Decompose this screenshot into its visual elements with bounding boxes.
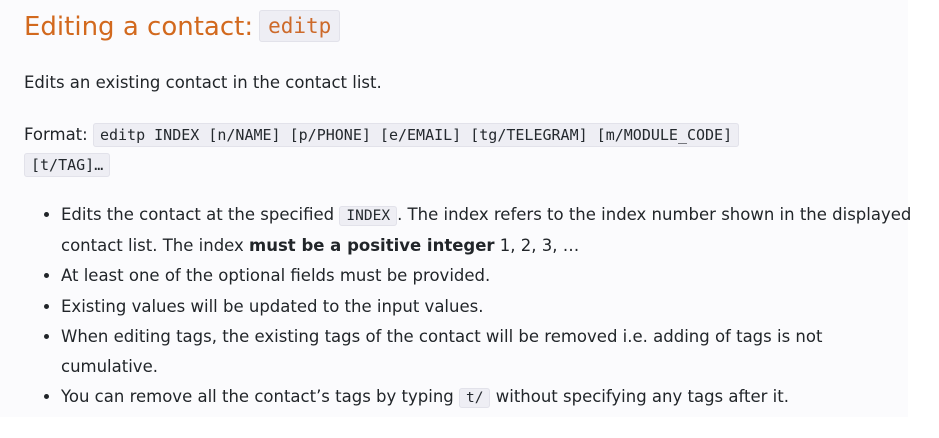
notes-list: Edits the contact at the specified INDEX… xyxy=(24,200,921,413)
bullet5-after: without specifying any tags after it. xyxy=(495,387,789,407)
format-syntax-line2: [t/TAG]… xyxy=(31,156,104,174)
list-item: When editing tags, the existing tags of … xyxy=(61,322,921,382)
list-item: Edits the contact at the specified INDEX… xyxy=(61,200,921,261)
tag-prefix-code: t/ xyxy=(459,388,491,409)
format-syntax-code-cont: [t/TAG]… xyxy=(24,153,111,177)
section-heading: Editing a contact: editp xyxy=(24,10,341,45)
index-code: INDEX xyxy=(339,206,398,226)
format-label: Format: xyxy=(24,125,88,144)
bullet1-before: Edits the contact at the specified xyxy=(61,205,335,224)
bullet1-tail: 1, 2, 3, … xyxy=(499,236,580,256)
format-syntax-line1: editp INDEX [n/NAME] [p/PHONE] [e/EMAIL]… xyxy=(99,126,733,144)
command-description: Edits an existing contact in the contact… xyxy=(24,73,382,92)
bullet5-before: You can remove all the contact’s tags by… xyxy=(61,387,454,407)
list-item: Existing values will be updated to the i… xyxy=(61,292,921,322)
format-line: Format: editp INDEX [n/NAME] [p/PHONE] [… xyxy=(24,120,884,180)
list-item: You can remove all the contact’s tags by… xyxy=(61,382,921,413)
bullet1-bold: must be a positive integer xyxy=(249,236,495,256)
heading-command-code: editp xyxy=(259,10,341,42)
docs-page: Editing a contact: editp Edits an existin… xyxy=(0,0,911,417)
format-syntax-code: editp INDEX [n/NAME] [p/PHONE] [e/EMAIL]… xyxy=(92,123,740,147)
section-heading-text: Editing a contact: xyxy=(24,12,254,42)
list-item: At least one of the optional fields must… xyxy=(61,261,921,291)
